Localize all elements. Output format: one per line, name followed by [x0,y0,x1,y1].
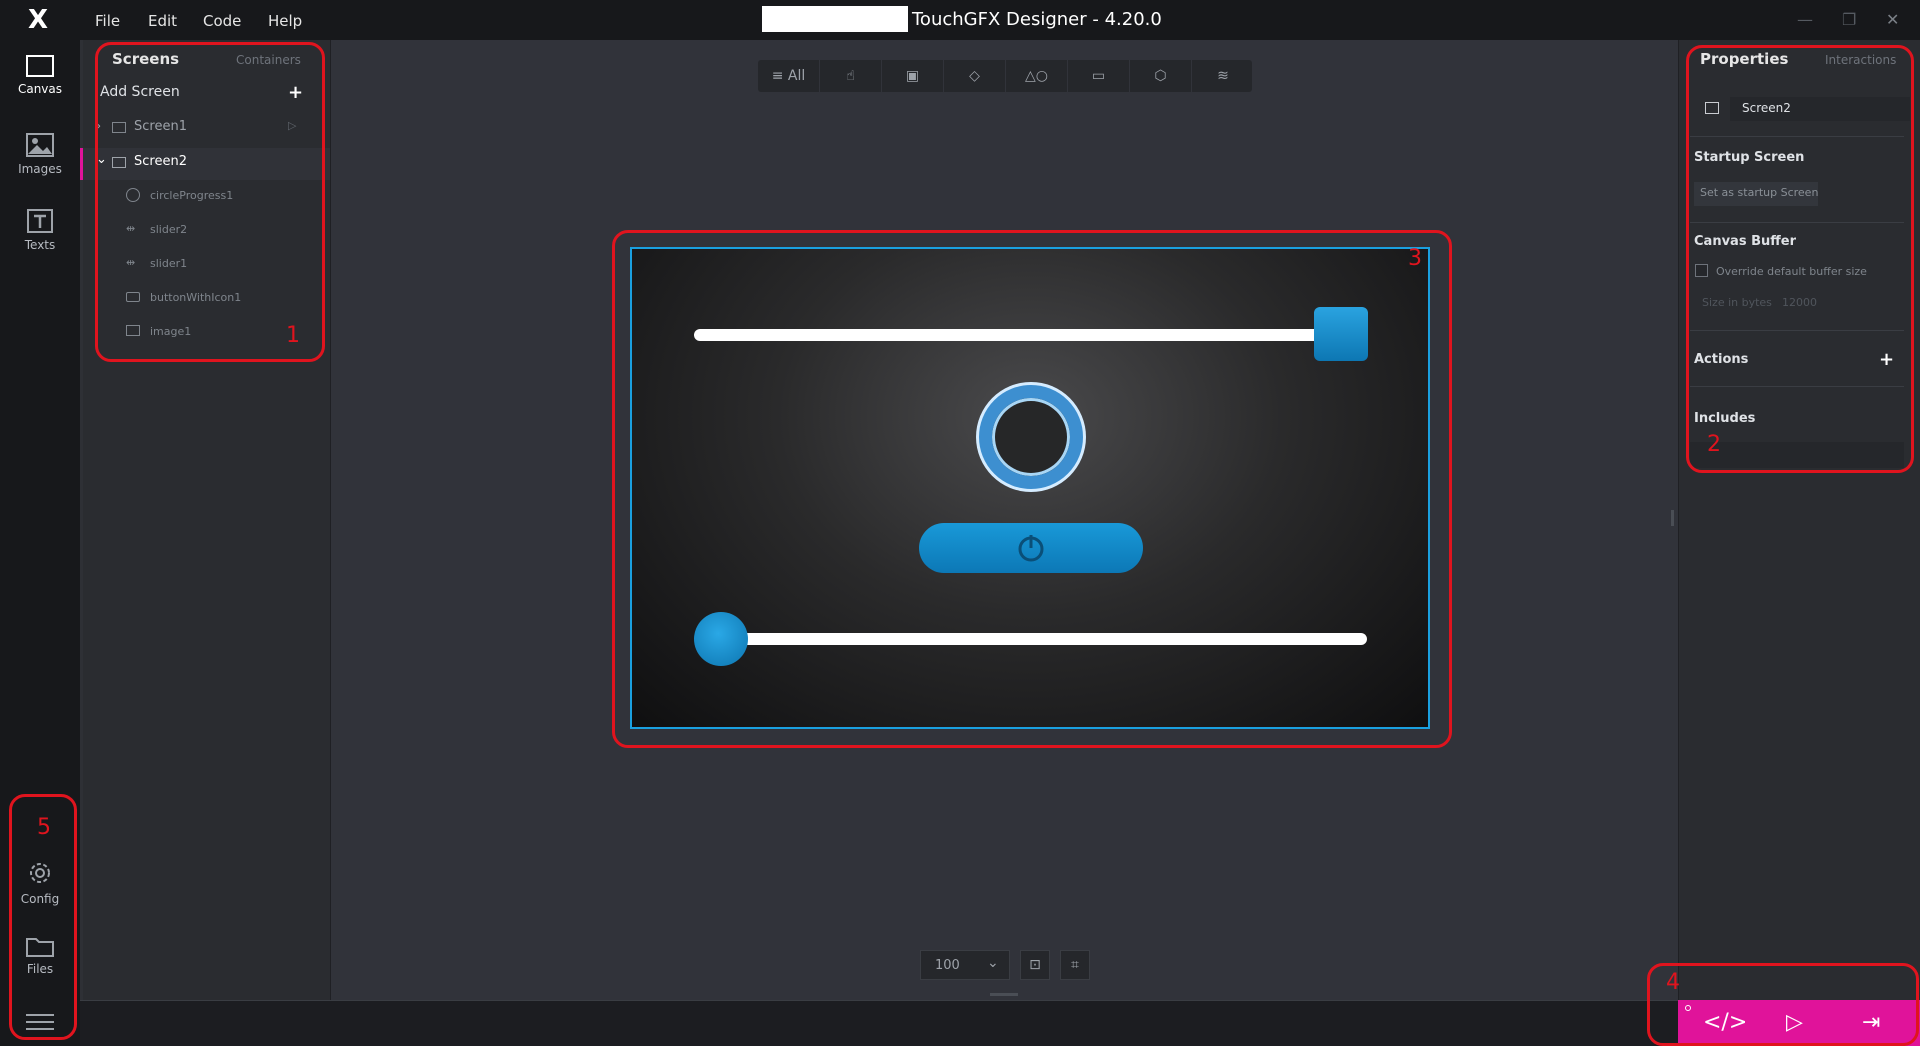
annotation-number-4: 4 [1666,970,1680,995]
shapes-icon[interactable]: △○ [1006,60,1068,92]
annotation-box-4 [1647,963,1919,1046]
window-title: TouchGFX Designer - 4.20.0 [912,9,1162,30]
keyboard-icon[interactable]: ▭ [1068,60,1130,92]
crop-icon[interactable]: ⌗ [1060,950,1090,980]
annotation-number-5: 5 [37,815,51,840]
annotation-box-1 [95,42,325,362]
panel-resize-handle[interactable] [990,993,1018,996]
rail-images-label: Images [18,162,62,176]
close-icon[interactable]: ✕ [1886,10,1899,29]
side-resize-handle[interactable] [1671,510,1674,526]
image-icon[interactable]: ▣ [882,60,944,92]
status-bar [80,1000,1678,1046]
rail-canvas-label: Canvas [17,82,63,96]
zoom-value: 100 [935,958,960,973]
canvas-icon [26,55,54,77]
touchgfx-logo-icon: X [28,5,49,35]
zoom-select[interactable]: 100 ⌄ [920,950,1010,980]
tree-selected-marker [80,148,83,180]
menu-code[interactable]: Code [203,12,241,30]
restore-icon[interactable]: ❐ [1842,10,1856,29]
menu-file[interactable]: File [95,12,120,30]
annotation-box-2 [1686,45,1914,473]
cube-icon[interactable]: ⬡ [1130,60,1192,92]
chevron-down-icon: ⌄ [987,955,999,971]
text-icon [27,209,53,233]
filter-all-label: All [787,68,806,84]
stack-icon[interactable]: ≋ [1192,60,1254,92]
rail-images[interactable]: Images [0,132,80,176]
minimize-icon[interactable]: — [1797,10,1813,29]
interaction-icon[interactable]: ☝ [820,60,882,92]
menu-edit[interactable]: Edit [148,12,177,30]
image-icon [26,133,54,157]
rail-texts[interactable]: Texts [0,208,80,252]
annotation-box-3 [612,230,1452,748]
filter-all-button[interactable]: ≡ All [758,60,820,92]
layers-icon[interactable]: ◇ [944,60,1006,92]
redacted-box [762,6,908,32]
annotation-number-3: 3 [1408,246,1422,271]
menu-help[interactable]: Help [268,12,302,30]
rail-canvas[interactable]: Canvas [0,54,80,96]
rail-texts-label: Texts [24,238,56,252]
annotation-number-2: 2 [1707,432,1721,457]
fit-screen-icon[interactable]: ⊡ [1020,950,1050,980]
annotation-number-1: 1 [286,323,300,348]
